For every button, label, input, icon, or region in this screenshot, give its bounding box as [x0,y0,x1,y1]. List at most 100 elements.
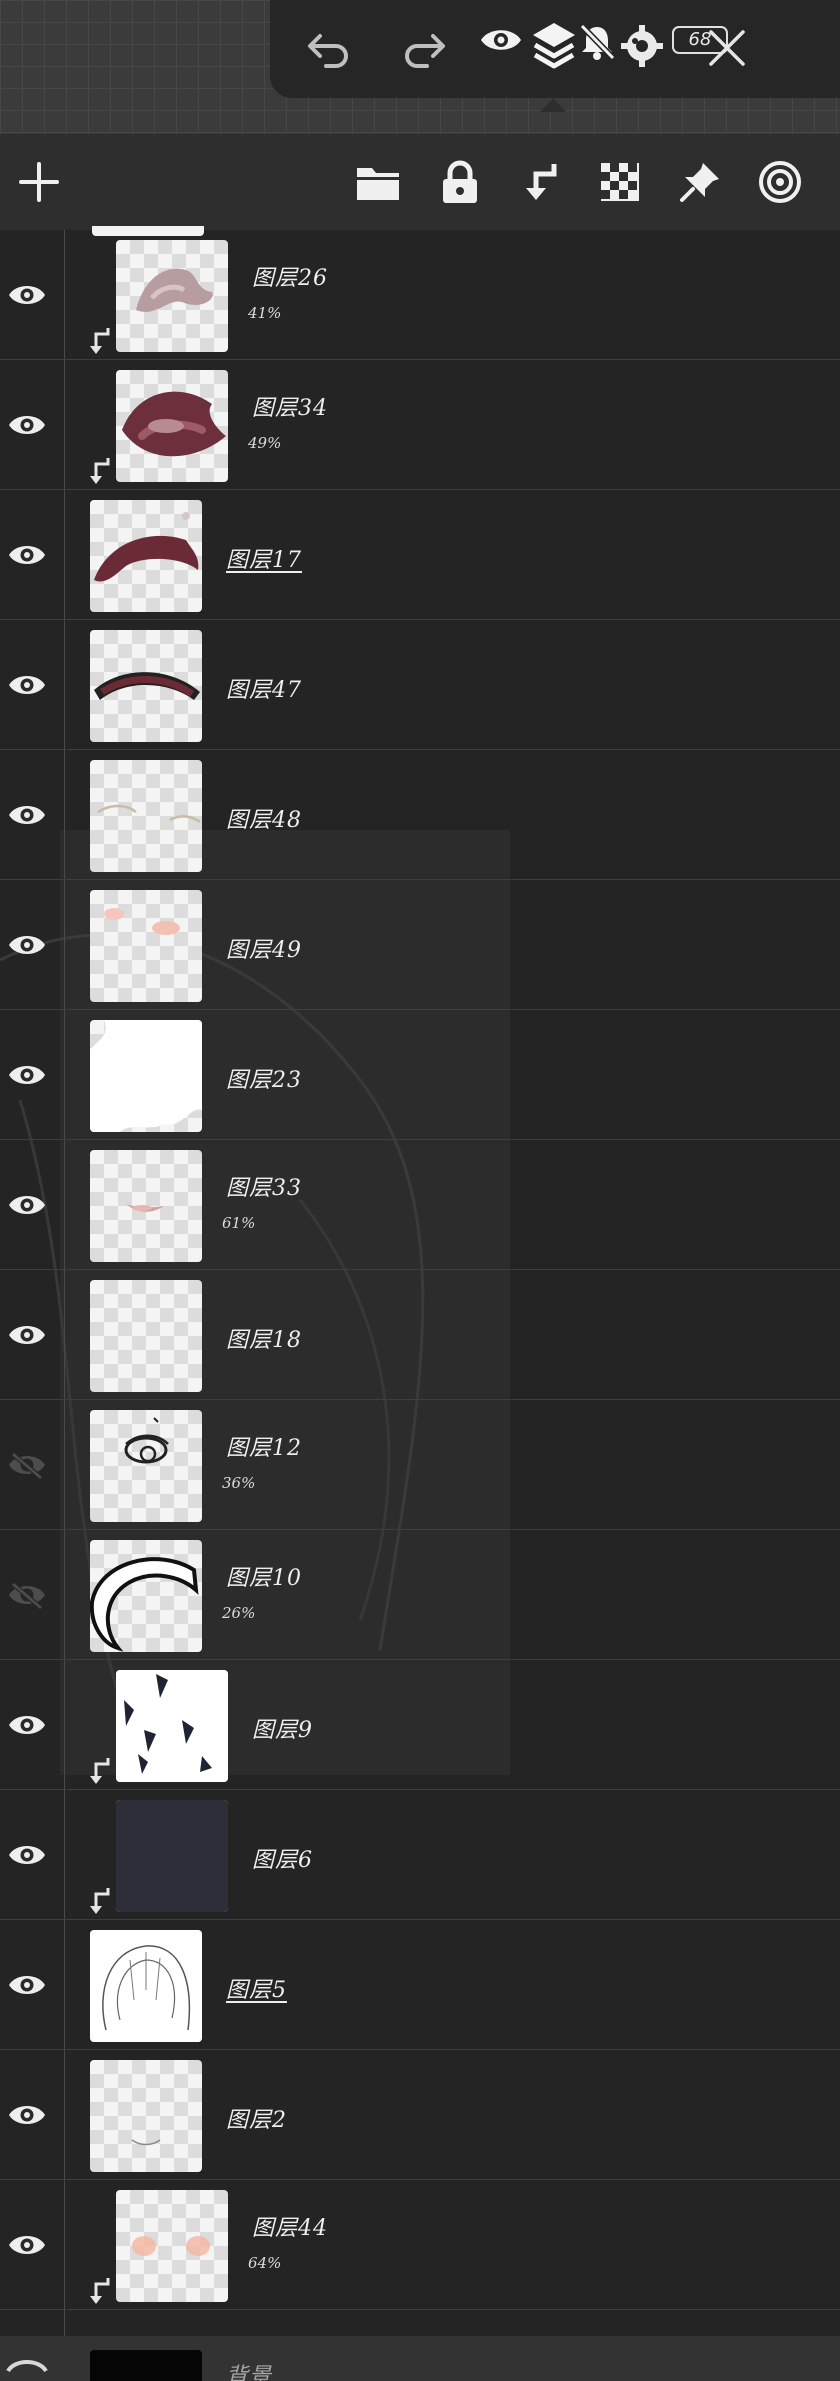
clip-indicator-icon [88,456,110,486]
layer-name: 图层5 [226,1978,287,2003]
layer-opacity: 61% [222,1214,256,1232]
lock-layer-button[interactable] [434,156,486,208]
bell-off-icon [579,23,616,61]
visibility-toggle[interactable] [4,1835,50,1875]
layer-row[interactable]: 图层47 [0,620,840,750]
layer-row[interactable]: 图层12 36% [0,1400,840,1530]
eye-hidden-icon [9,1452,45,1480]
visibility-toggle[interactable] [4,1185,50,1225]
pin-icon [680,163,719,202]
alpha-lock-button[interactable] [594,156,646,208]
layer-panel-header [0,134,840,230]
group-layers-button[interactable] [352,156,404,208]
visibility-toggle[interactable] [4,1705,50,1745]
close-button[interactable] [704,24,750,72]
layer-thumbnail [116,1670,228,1782]
layer-opacity: 64% [248,2254,282,2272]
plus-icon [19,162,59,202]
reference-button[interactable] [754,156,806,208]
gear-icon [621,25,663,67]
lock-icon [443,160,477,203]
layer-thumbnail [116,370,228,482]
layer-name: 图层26 [252,266,328,291]
close-icon [709,30,745,66]
clipping-mask-button[interactable] [514,156,566,208]
layers-button[interactable] [528,18,580,74]
layer-opacity: 41% [248,304,282,322]
layer-row[interactable]: 图层26 41% [0,230,840,360]
checker-icon [601,163,639,201]
eye-icon [9,1976,45,1994]
layer-row[interactable]: 图层44 64% [0,2180,840,2310]
layer-row[interactable]: 图层49 [0,880,840,1010]
layer-row[interactable]: 图层6 [0,1790,840,1920]
layer-thumbnail [116,240,228,352]
visibility-toggle[interactable] [4,405,50,445]
clip-indicator-icon [88,2276,110,2306]
settings-button[interactable] [618,22,666,70]
add-layer-button[interactable] [13,156,65,208]
visibility-toggle[interactable] [4,535,50,575]
layer-row[interactable]: 图层10 26% [0,1530,840,1660]
toolbar-pointer [540,98,566,112]
eye-icon [9,1326,45,1344]
visibility-toggle[interactable] [4,1055,50,1095]
clip-indicator-icon [88,1886,110,1916]
layer-name: 图层23 [226,1068,302,1093]
layer-row[interactable]: 图层48 [0,750,840,880]
eye-icon [9,936,45,954]
layer-row[interactable]: 图层18 [0,1270,840,1400]
layer-row[interactable]: 图层2 [0,2050,840,2180]
visibility-toggle[interactable] [4,275,50,315]
layer-name: 图层9 [252,1718,313,1743]
layer-row[interactable]: 图层33 61% [0,1140,840,1270]
view-button[interactable] [478,20,524,60]
target-icon [759,161,801,203]
layer-name: 图层12 [226,1436,302,1461]
layer-name: 图层18 [226,1328,302,1353]
background-layer-row[interactable]: 背景 [0,2336,840,2381]
eye-hidden-icon [9,1582,45,1610]
redo-button[interactable] [400,26,448,70]
layer-thumbnail [90,890,202,1002]
eye-icon[interactable] [6,2356,48,2381]
eye-icon [9,806,45,824]
clip-arrow-icon [526,164,557,200]
eye-icon [9,2106,45,2124]
eye-icon [9,1196,45,1214]
undo-button[interactable] [305,26,353,70]
eye-icon [481,30,521,50]
layer-thumbnail [90,760,202,872]
layer-thumbnail [90,1150,202,1262]
visibility-toggle[interactable] [4,665,50,705]
undo-icon [308,34,348,68]
visibility-toggle[interactable] [4,795,50,835]
layer-thumbnail [90,500,202,612]
visibility-toggle[interactable] [4,1445,50,1485]
layer-thumbnail [90,1930,202,2042]
layer-row[interactable]: 图层9 [0,1660,840,1790]
layer-thumbnail [90,1540,202,1652]
eye-icon [9,416,45,434]
layer-name: 图层10 [226,1566,302,1591]
visibility-toggle[interactable] [4,2225,50,2265]
layer-thumbnail [116,1800,228,1912]
pin-button[interactable] [674,156,726,208]
layer-name: 图层47 [226,678,302,703]
visibility-toggle[interactable] [4,1965,50,2005]
layer-row[interactable]: 图层17 [0,490,840,620]
layer-row[interactable]: 图层34 49% [0,360,840,490]
visibility-toggle[interactable] [4,1315,50,1355]
eye-icon [9,1716,45,1734]
layer-name: 图层6 [252,1848,313,1873]
layer-thumbnail [90,2350,202,2381]
visibility-toggle[interactable] [4,1575,50,1615]
layer-name: 背景 [226,2364,273,2381]
visibility-toggle[interactable] [4,2095,50,2135]
layer-row[interactable]: 图层5 [0,1920,840,2050]
eye-icon [9,546,45,564]
layer-row[interactable]: 图层23 [0,1010,840,1140]
eye-icon [9,1066,45,1084]
notifications-button[interactable] [574,20,620,64]
visibility-toggle[interactable] [4,925,50,965]
